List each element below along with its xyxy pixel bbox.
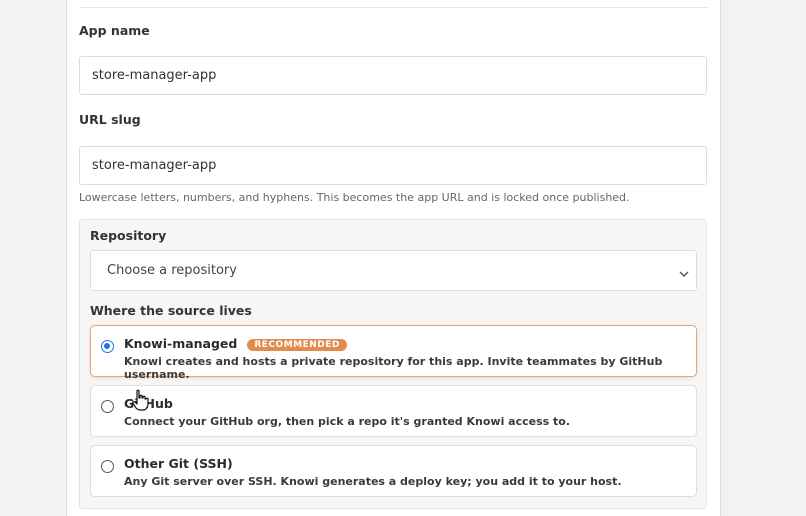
option-description: Any Git server over SSH. Knowi generates…: [124, 475, 622, 488]
top-divider: [79, 7, 708, 8]
option-title: Other Git (SSH): [124, 456, 233, 471]
source-location-label: Where the source lives: [90, 303, 252, 318]
repository-select-value: Choose a repository: [107, 263, 237, 278]
recommended-badge: RECOMMENDED: [247, 339, 347, 351]
chevron-down-icon: [678, 265, 690, 284]
url-slug-label: URL slug: [79, 112, 141, 127]
radio-other-git[interactable]: [101, 460, 114, 473]
source-option-other-git[interactable]: Other Git (SSH) Any Git server over SSH.…: [90, 445, 697, 497]
app-name-input[interactable]: [79, 56, 707, 95]
option-title: Knowi-managed RECOMMENDED: [124, 336, 347, 351]
app-name-label: App name: [79, 23, 150, 38]
source-option-github[interactable]: GitHub Connect your GitHub org, then pic…: [90, 385, 697, 437]
source-option-knowi-managed[interactable]: Knowi-managed RECOMMENDED Knowi creates a…: [90, 325, 697, 381]
repository-select[interactable]: Choose a repository: [90, 250, 697, 291]
radio-github[interactable]: [101, 400, 114, 413]
option-description: Knowi creates and hosts a private reposi…: [124, 355, 663, 381]
repository-panel: Repository Choose a repository Where the…: [79, 219, 707, 509]
repository-label: Repository: [90, 228, 167, 243]
app-settings-card: App name URL slug Lowercase letters, num…: [66, 0, 721, 516]
option-description: Connect your GitHub org, then pick a rep…: [124, 415, 571, 428]
hand-pointer-icon: [131, 389, 149, 415]
url-slug-input[interactable]: [79, 146, 707, 185]
radio-knowi-managed[interactable]: [101, 340, 114, 353]
url-slug-help: Lowercase letters, numbers, and hyphens.…: [79, 191, 630, 204]
